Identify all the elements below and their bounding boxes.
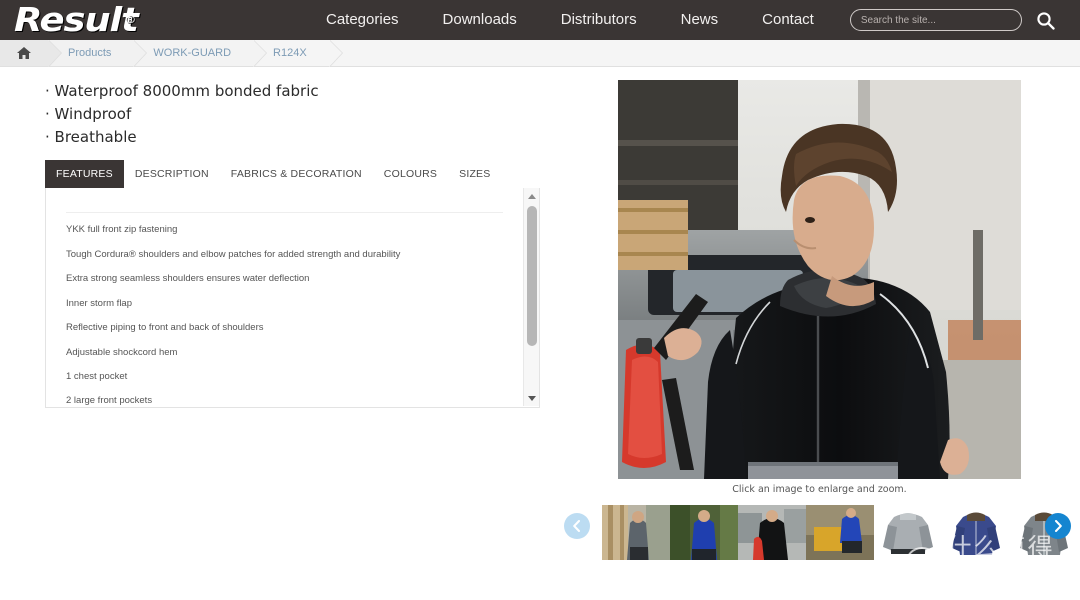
thumbnail-strip	[602, 505, 1080, 560]
nav-item-distributors[interactable]: Distributors	[539, 0, 659, 40]
carousel-next-button[interactable]	[1045, 513, 1071, 539]
tab-features[interactable]: FEATURES	[45, 160, 124, 189]
nav-item-downloads[interactable]: Downloads	[421, 0, 539, 40]
chevron-down-icon	[528, 395, 536, 401]
tab-description[interactable]: DESCRIPTION	[124, 160, 220, 188]
chevron-right-icon	[1055, 520, 1062, 532]
feature-item: Tough Cordura® shoulders and elbow patch…	[66, 248, 401, 260]
search-icon[interactable]	[1036, 11, 1055, 30]
tab-fabrics-decoration[interactable]: FABRICS & DECORATION	[220, 160, 373, 188]
features-list: YKK full front zip fastening Tough Cordu…	[46, 188, 523, 407]
search-input[interactable]	[849, 9, 1022, 31]
thumbnail-illustration	[670, 505, 738, 560]
thumbnail-item[interactable]	[874, 505, 942, 560]
tab-sizes[interactable]: SIZES	[448, 160, 501, 188]
feature-item: Reflective piping to front and back of s…	[66, 322, 264, 334]
nav-item-contact[interactable]: Contact	[740, 0, 836, 40]
site-header: Result ® Categories Downloads Distributor…	[0, 0, 1080, 40]
chevron-left-icon	[573, 520, 580, 532]
logo-text: Result	[14, 0, 139, 39]
gallery-caption: Click an image to enlarge and zoom.	[732, 484, 907, 495]
panel-divider	[66, 212, 503, 214]
thumbnail-item[interactable]	[942, 505, 1010, 560]
scroll-up-button[interactable]	[524, 188, 539, 204]
feature-item: Inner storm flap	[66, 297, 132, 309]
thumbnail-item[interactable]	[670, 505, 738, 560]
feature-item: 1 chest pocket	[66, 370, 128, 382]
highlight-item: Waterproof 8000mm bonded fabric	[45, 80, 540, 103]
logo-registered-mark: ®	[124, 13, 136, 26]
search-area	[849, 9, 1055, 31]
breadcrumb: Products WORK-GUARD R124X	[0, 40, 1080, 67]
thumbnail-carousel	[560, 505, 1080, 575]
feature-item: Extra strong seamless shoulders ensures …	[66, 273, 310, 285]
thumbnail-illustration	[942, 505, 1010, 560]
thumbnail-illustration	[602, 505, 670, 560]
feature-item: 2 large front pockets	[66, 395, 153, 407]
thumbnail-item[interactable]	[806, 505, 874, 560]
scrollbar-thumb[interactable]	[527, 206, 537, 347]
product-gallery: Click an image to enlarge and zoom.	[618, 80, 1021, 495]
product-tabs: FEATURES DESCRIPTION FABRICS & DECORATIO…	[45, 160, 540, 189]
highlight-item: Breathable	[45, 126, 540, 149]
nav-item-categories[interactable]: Categories	[304, 0, 421, 40]
carousel-prev-button[interactable]	[564, 513, 590, 539]
features-scrollbar[interactable]	[523, 188, 539, 407]
main-navigation: Categories Downloads Distributors News C…	[304, 0, 836, 40]
product-info-column: Waterproof 8000mm bonded fabric Windproo…	[45, 80, 540, 409]
product-highlights: Waterproof 8000mm bonded fabric Windproo…	[45, 80, 540, 148]
home-icon	[17, 47, 31, 59]
thumbnail-illustration	[806, 505, 874, 560]
nav-item-news[interactable]: News	[659, 0, 741, 40]
thumbnail-item[interactable]	[602, 505, 670, 560]
product-page: Result ® Categories Downloads Distributor…	[0, 0, 1080, 598]
feature-item: YKK full front zip fastening	[66, 224, 178, 236]
thumbnail-illustration	[738, 505, 806, 560]
main-product-image[interactable]	[618, 80, 1021, 479]
chevron-up-icon	[528, 193, 536, 199]
highlight-item: Windproof	[45, 103, 540, 126]
scroll-down-button[interactable]	[524, 390, 539, 406]
tab-colours[interactable]: COLOURS	[373, 160, 448, 188]
site-logo[interactable]: Result ®	[14, 3, 282, 37]
thumbnail-item[interactable]	[738, 505, 806, 560]
features-panel: YKK full front zip fastening Tough Cordu…	[45, 188, 540, 409]
main-image-illustration	[618, 80, 1021, 479]
breadcrumb-home[interactable]	[0, 40, 62, 67]
thumbnail-illustration	[874, 505, 942, 560]
breadcrumb-item-work-guard[interactable]: WORK-GUARD	[133, 40, 267, 67]
feature-item: Adjustable shockcord hem	[66, 346, 178, 358]
